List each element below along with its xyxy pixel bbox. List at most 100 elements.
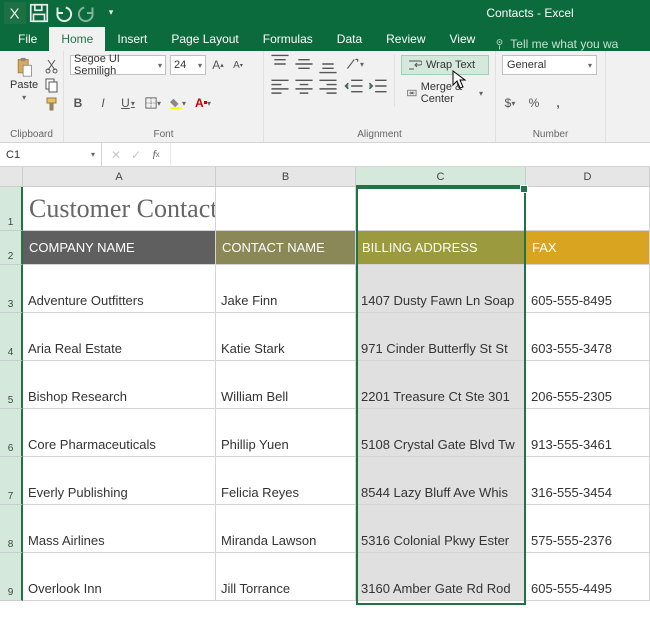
cell[interactable]	[526, 187, 650, 231]
col-header-d[interactable]: D	[526, 167, 650, 187]
decrease-font-icon[interactable]: A▾	[230, 57, 246, 73]
tab-data[interactable]: Data	[325, 27, 374, 51]
header-company[interactable]: COMPANY NAME	[23, 231, 216, 265]
select-all-corner[interactable]	[0, 167, 23, 187]
col-header-c[interactable]: C	[356, 167, 526, 187]
row-header-6[interactable]: 6	[0, 409, 23, 457]
cell[interactable]: Phillip Yuen	[216, 409, 356, 457]
font-size-combo[interactable]: 24▾	[170, 55, 206, 75]
cell[interactable]: 8544 Lazy Bluff Ave Whis	[356, 457, 526, 505]
insert-function-icon[interactable]: fx	[146, 145, 166, 165]
font-color-icon[interactable]: A▾	[195, 95, 211, 111]
increase-font-icon[interactable]: A▴	[210, 57, 226, 73]
col-header-b[interactable]: B	[216, 167, 356, 187]
underline-icon[interactable]: U▾	[120, 95, 136, 111]
row-header-3[interactable]: 3	[0, 265, 23, 313]
header-fax[interactable]: FAX	[526, 231, 650, 265]
borders-icon[interactable]: ▾	[145, 95, 161, 111]
cell[interactable]: Miranda Lawson	[216, 505, 356, 553]
tab-review[interactable]: Review	[374, 27, 437, 51]
tell-me-search[interactable]: Tell me what you wa	[493, 37, 618, 51]
format-painter-icon[interactable]	[44, 96, 60, 112]
cell[interactable]: Felicia Reyes	[216, 457, 356, 505]
formula-bar: C1▾ ✕ ✓ fx	[0, 143, 650, 167]
header-contact[interactable]: CONTACT NAME	[216, 231, 356, 265]
row-header-2[interactable]: 2	[0, 231, 23, 265]
cell[interactable]: 5108 Crystal Gate Blvd Tw	[356, 409, 526, 457]
percent-format-icon[interactable]: %	[526, 95, 542, 111]
cell[interactable]: Adventure Outfitters	[23, 265, 216, 313]
enter-formula-icon[interactable]: ✓	[126, 145, 146, 165]
tab-home[interactable]: Home	[49, 27, 105, 51]
cancel-formula-icon[interactable]: ✕	[106, 145, 126, 165]
cut-icon[interactable]	[44, 58, 60, 74]
increase-indent-icon[interactable]	[368, 77, 388, 95]
row-header-8[interactable]: 8	[0, 505, 23, 553]
tab-formulas[interactable]: Formulas	[251, 27, 325, 51]
align-center-icon[interactable]	[294, 77, 314, 95]
col-header-a[interactable]: A	[23, 167, 216, 187]
cell[interactable]: 206-555-2305	[526, 361, 650, 409]
cell[interactable]: 575-555-2376	[526, 505, 650, 553]
tab-file[interactable]: File	[6, 27, 49, 51]
cell[interactable]	[356, 187, 526, 231]
fill-color-icon[interactable]: ▾	[170, 95, 186, 111]
cell[interactable]: 2201 Treasure Ct Ste 301	[356, 361, 526, 409]
comma-format-icon[interactable]: ,	[550, 95, 566, 111]
cell[interactable]: Aria Real Estate	[23, 313, 216, 361]
cell[interactable]: 316-555-3454	[526, 457, 650, 505]
align-top-icon[interactable]	[270, 55, 290, 73]
cell[interactable]: 3160 Amber Gate Rd Rod	[356, 553, 526, 601]
group-label-number: Number	[502, 127, 599, 140]
align-left-icon[interactable]	[270, 77, 290, 95]
header-billing[interactable]: BILLING ADDRESS	[356, 231, 526, 265]
row-header-9[interactable]: 9	[0, 553, 23, 601]
copy-icon[interactable]	[44, 77, 60, 93]
cell[interactable]: 605-555-4495	[526, 553, 650, 601]
cell[interactable]: Bishop Research	[23, 361, 216, 409]
font-name-combo[interactable]: Segoe UI Semiligh▾	[70, 55, 166, 75]
cell[interactable]: 1407 Dusty Fawn Ln Soap	[356, 265, 526, 313]
cell[interactable]: 971 Cinder Butterfly St St	[356, 313, 526, 361]
name-box[interactable]: C1▾	[0, 143, 102, 166]
orientation-icon[interactable]: ▾	[344, 55, 364, 73]
cell[interactable]: Katie Stark	[216, 313, 356, 361]
cell-title[interactable]: Customer Contact List	[23, 187, 216, 231]
bold-icon[interactable]: B	[70, 95, 86, 111]
cell[interactable]: Mass Airlines	[23, 505, 216, 553]
spreadsheet-grid[interactable]: A B C D 1 Customer Contact List 2 COMPAN…	[0, 167, 650, 601]
ribbon: Paste ▾ Clipboard Segoe UI Semiligh▾ 24▾…	[0, 51, 650, 143]
cell[interactable]: Jill Torrance	[216, 553, 356, 601]
align-right-icon[interactable]	[318, 77, 338, 95]
row-header-4[interactable]: 4	[0, 313, 23, 361]
cell[interactable]: Everly Publishing	[23, 457, 216, 505]
cell[interactable]: Overlook Inn	[23, 553, 216, 601]
cell[interactable]: 603-555-3478	[526, 313, 650, 361]
cell[interactable]: 913-555-3461	[526, 409, 650, 457]
merge-center-button[interactable]: Merge & Center ▾	[401, 79, 489, 107]
accounting-format-icon[interactable]: $▾	[502, 95, 518, 111]
cell[interactable]: 605-555-8495	[526, 265, 650, 313]
tell-me-label: Tell me what you wa	[510, 37, 618, 51]
italic-icon[interactable]: I	[95, 95, 111, 111]
row-header-1[interactable]: 1	[0, 187, 23, 231]
tab-insert[interactable]: Insert	[105, 27, 159, 51]
cell[interactable]: Jake Finn	[216, 265, 356, 313]
formula-input[interactable]	[171, 143, 650, 166]
group-label-clipboard: Clipboard	[6, 127, 57, 140]
title-bar: X ▾ Contacts - Excel	[0, 0, 650, 25]
align-middle-icon[interactable]	[294, 55, 314, 73]
wrap-text-button[interactable]: Wrap Text	[401, 55, 489, 75]
tab-view[interactable]: View	[438, 27, 488, 51]
paste-button[interactable]: Paste ▾	[6, 55, 42, 112]
align-bottom-icon[interactable]	[318, 55, 338, 73]
row-header-5[interactable]: 5	[0, 361, 23, 409]
cell[interactable]: William Bell	[216, 361, 356, 409]
number-format-combo[interactable]: General▾	[502, 55, 597, 75]
decrease-indent-icon[interactable]	[344, 77, 364, 95]
cell[interactable]: Core Pharmaceuticals	[23, 409, 216, 457]
cell[interactable]	[216, 187, 356, 231]
tab-page-layout[interactable]: Page Layout	[159, 27, 250, 51]
cell[interactable]: 5316 Colonial Pkwy Ester	[356, 505, 526, 553]
row-header-7[interactable]: 7	[0, 457, 23, 505]
